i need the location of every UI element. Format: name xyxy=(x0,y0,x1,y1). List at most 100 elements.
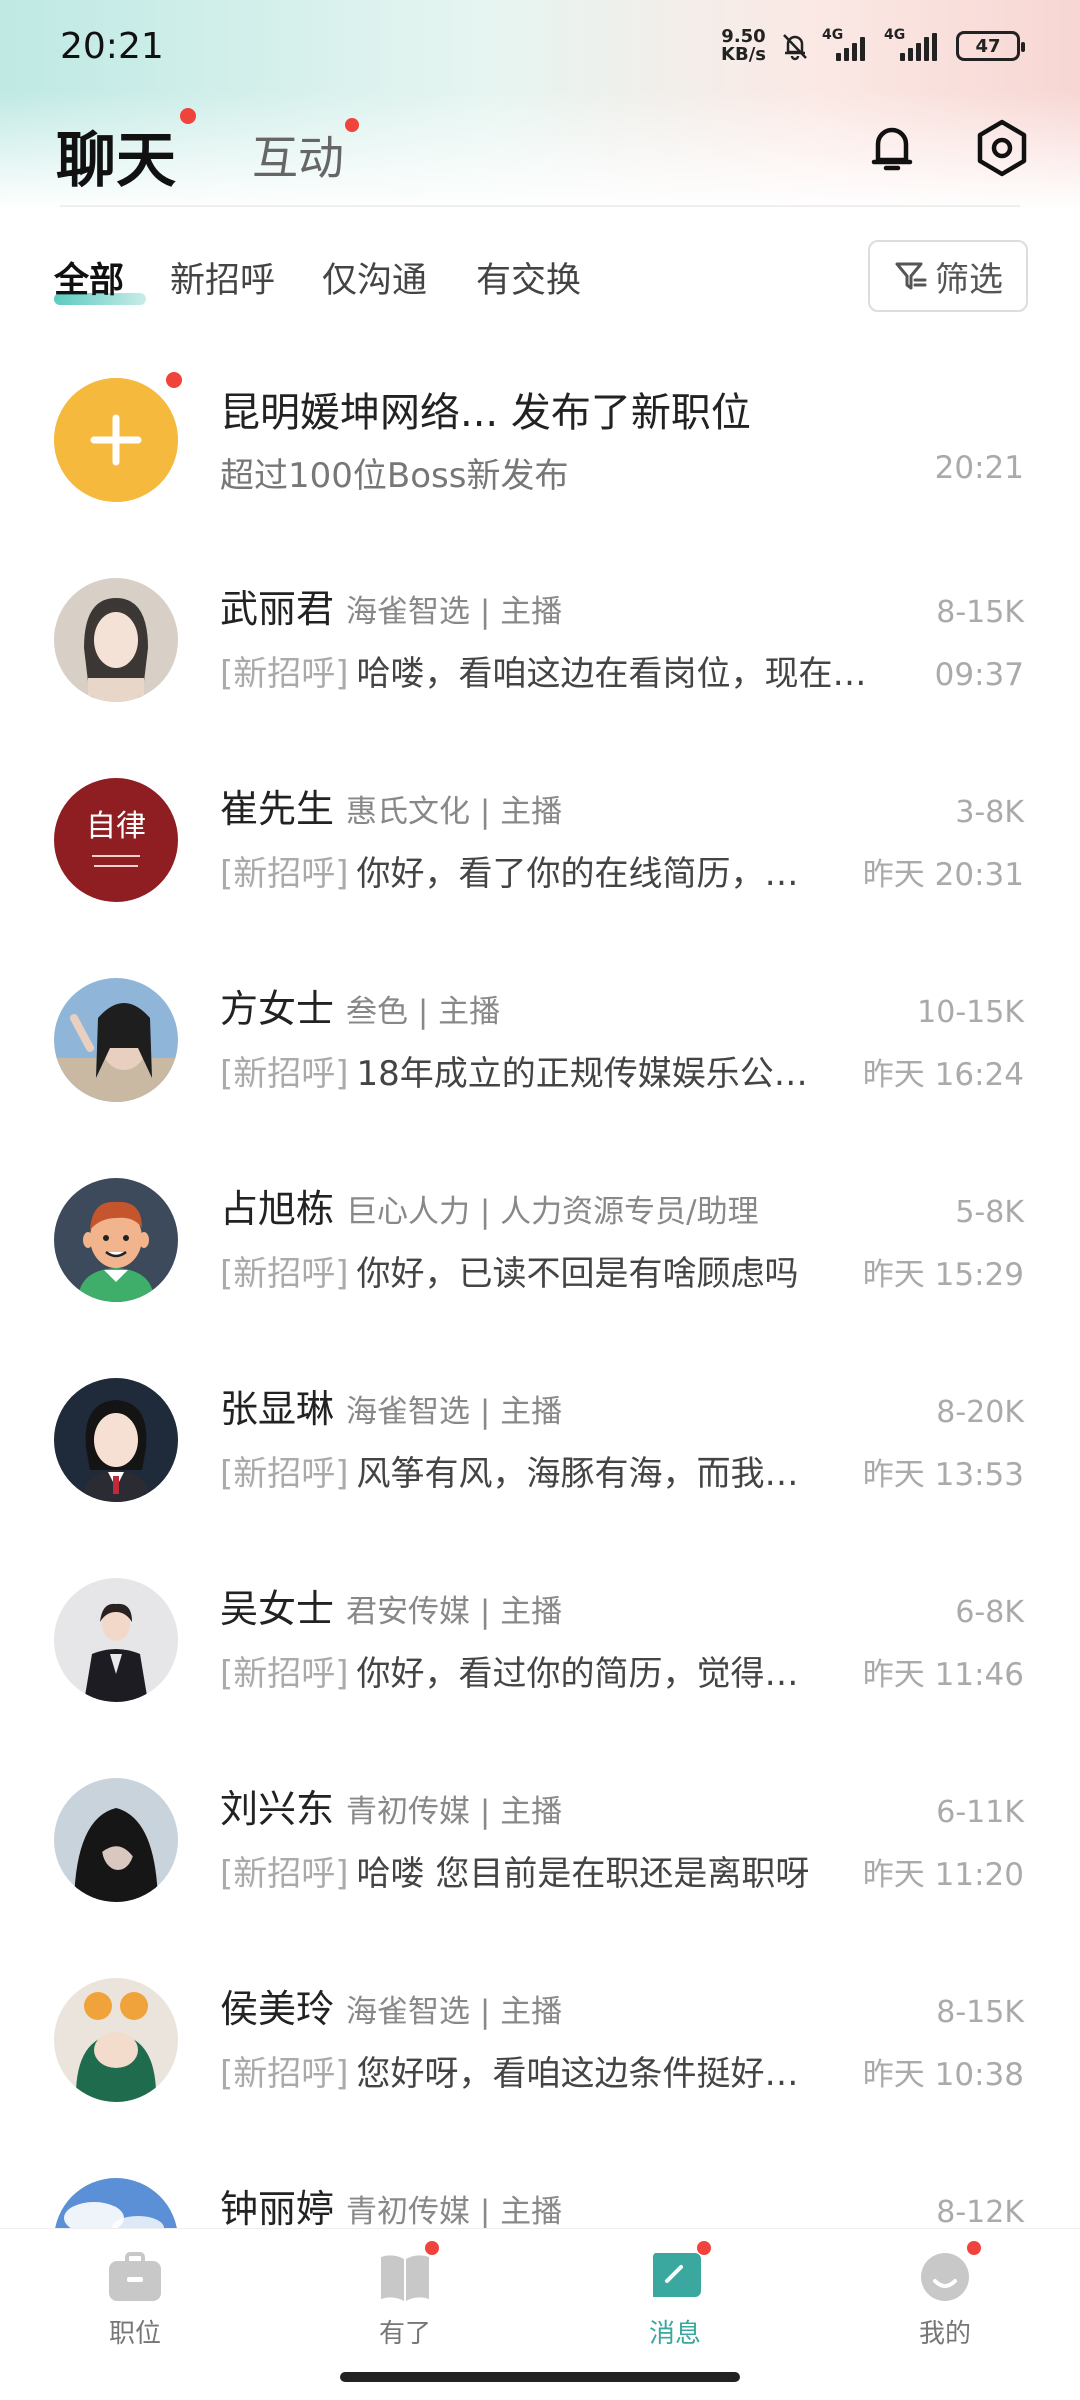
header-divider xyxy=(60,205,1020,207)
filter-tab-only-chat[interactable]: 仅沟通 xyxy=(322,252,427,303)
chat-item[interactable]: 占旭栋 巨心人力 | 人力资源专员/助理 5-8K [新招呼] 你好，已读不回是… xyxy=(0,1160,1080,1360)
list-item-new-job-notice[interactable]: 昆明媛坤网络... 发布了新职位 超过100位Boss新发布 20:21 xyxy=(0,360,1080,560)
new-greeting-tag: [新招呼] xyxy=(220,2054,349,2094)
last-message: 你好，已读不回是有啥顾虑吗 xyxy=(356,1254,799,1294)
new-greeting-tag: [新招呼] xyxy=(220,1454,349,1494)
message-time: 09:37 xyxy=(934,657,1024,693)
contact-company: 青初传媒 | 主播 xyxy=(346,1794,563,1830)
message-time: 昨天 15:29 xyxy=(862,1257,1024,1293)
page-header: 聊天 互动 xyxy=(0,100,1080,210)
chat-item[interactable]: 刘兴东 青初传媒 | 主播 6-11K [新招呼] 哈喽 您目前是在职还是离职呀… xyxy=(0,1760,1080,1960)
notice-time: 20:21 xyxy=(934,450,1024,486)
message-time: 昨天 20:31 xyxy=(862,857,1024,893)
nav-label: 消息 xyxy=(648,2319,701,2349)
salary-range: 6-8K xyxy=(955,1595,1024,1630)
settings-hexagon-icon xyxy=(977,119,1027,177)
nav-messages[interactable]: 消息 xyxy=(595,2241,755,2350)
chat-item[interactable]: 自律 崔先生 惠氏文化 | 主播 3-8K [新招呼] 你好，看了你的在线简历，… xyxy=(0,760,1080,960)
contact-company: 青初传媒 | 主播 xyxy=(346,2194,563,2230)
contact-name: 崔先生 xyxy=(220,787,335,831)
message-time: 昨天 16:24 xyxy=(862,1057,1024,1093)
contact-name: 钟丽婷 xyxy=(220,2187,335,2231)
nav-profile[interactable]: 我的 xyxy=(865,2241,1025,2350)
briefcase-icon xyxy=(107,2251,163,2303)
contact-name: 占旭栋 xyxy=(220,1187,335,1231)
filter-tab-exchanged[interactable]: 有交换 xyxy=(476,252,581,303)
avatar: 自律 xyxy=(54,778,178,902)
avatar-text: 自律 xyxy=(86,809,146,844)
contact-name: 侯美玲 xyxy=(220,1987,335,2031)
contact-name: 张显琳 xyxy=(220,1387,335,1431)
home-indicator[interactable] xyxy=(340,2372,740,2382)
contact-name: 吴女士 xyxy=(220,1587,335,1631)
tab-interaction[interactable]: 互动 xyxy=(252,122,344,188)
status-time: 20:21 xyxy=(60,26,164,67)
message-icon xyxy=(647,2241,711,2303)
chat-item[interactable]: 方女士 叁色 | 主播 10-15K [新招呼] 18年成立的正规传媒娱乐公… … xyxy=(0,960,1080,1160)
nav-jobs[interactable]: 职位 xyxy=(55,2251,215,2350)
chat-item[interactable]: 吴女士 君安传媒 | 主播 6-8K [新招呼] 你好，看过你的简历，觉得… 昨… xyxy=(0,1560,1080,1760)
salary-range: 3-8K xyxy=(955,795,1024,830)
profile-icon xyxy=(917,2241,981,2303)
battery-icon: 47 xyxy=(956,31,1025,61)
avatar xyxy=(54,1378,178,1502)
mute-bell-icon xyxy=(780,31,810,61)
status-bar: 20:21 9.50 KB/s 4G 4G 47 xyxy=(0,0,1080,100)
funnel-icon xyxy=(895,262,927,290)
nav-profile-dot xyxy=(967,2241,981,2255)
nav-label: 职位 xyxy=(108,2319,161,2349)
last-message: 你好，看过你的简历，觉得… xyxy=(356,1654,799,1694)
plus-icon xyxy=(54,378,178,502)
contact-company: 惠氏文化 | 主播 xyxy=(346,794,563,830)
filter-button[interactable]: 筛选 xyxy=(868,240,1028,312)
contact-name: 刘兴东 xyxy=(220,1787,335,1831)
last-message: 你好，看了你的在线简历，… xyxy=(356,854,799,894)
salary-range: 8-20K xyxy=(936,1395,1024,1430)
new-greeting-tag: [新招呼] xyxy=(220,1054,349,1094)
salary-range: 6-11K xyxy=(936,1795,1024,1830)
notice-title: 昆明媛坤网络... 发布了新职位 xyxy=(220,390,751,436)
message-time: 昨天 11:20 xyxy=(862,1857,1024,1893)
network-speed: 9.50 KB/s xyxy=(721,26,766,65)
notification-bell-button[interactable] xyxy=(860,116,924,180)
salary-range: 5-8K xyxy=(955,1195,1024,1230)
last-message: 您好呀，看咱这边条件挺好… xyxy=(356,2054,799,2094)
contact-name: 武丽君 xyxy=(220,587,335,631)
tab-chat[interactable]: 聊天 xyxy=(56,112,176,199)
avatar xyxy=(54,1178,178,1302)
message-time: 昨天 13:53 xyxy=(862,1457,1024,1493)
salary-range: 10-15K xyxy=(917,995,1024,1030)
message-time: 昨天 11:46 xyxy=(862,1657,1024,1693)
contact-company: 海雀智选 | 主播 xyxy=(346,1394,563,1430)
chat-item[interactable]: 武丽君 海雀智选 | 主播 8-15K [新招呼] 哈喽，看咱这边在看岗位，现在… xyxy=(0,560,1080,760)
settings-button[interactable] xyxy=(970,116,1034,180)
avatar xyxy=(54,978,178,1102)
nav-messages-dot xyxy=(697,2241,711,2255)
avatar xyxy=(54,1578,178,1702)
chat-item[interactable]: 侯美玲 海雀智选 | 主播 8-15K [新招呼] 您好呀，看咱这边条件挺好… … xyxy=(0,1960,1080,2160)
signal-4g-icon-2: 4G xyxy=(884,27,942,61)
nav-label: 我的 xyxy=(918,2319,971,2349)
filter-tab-all[interactable]: 全部 xyxy=(54,252,124,303)
nav-discover[interactable]: 有了 xyxy=(325,2241,485,2350)
contact-company: 海雀智选 | 主播 xyxy=(346,1994,563,2030)
new-greeting-tag: [新招呼] xyxy=(220,1254,349,1294)
new-greeting-tag: [新招呼] xyxy=(220,1654,349,1694)
contact-company: 君安传媒 | 主播 xyxy=(346,1594,563,1630)
bell-icon xyxy=(871,127,913,171)
salary-range: 8-12K xyxy=(936,2195,1024,2230)
salary-range: 8-15K xyxy=(936,1995,1024,2030)
new-greeting-tag: [新招呼] xyxy=(220,854,349,894)
book-icon xyxy=(377,2241,439,2303)
new-greeting-tag: [新招呼] xyxy=(220,654,349,694)
contact-name: 方女士 xyxy=(220,987,335,1031)
chat-unread-dot xyxy=(180,108,196,124)
interaction-unread-dot xyxy=(345,118,359,132)
chat-item[interactable]: 张显琳 海雀智选 | 主播 8-20K [新招呼] 风筝有风，海豚有海，而我… … xyxy=(0,1360,1080,1560)
filter-tab-new-greeting[interactable]: 新招呼 xyxy=(170,252,275,303)
signal-4g-icon: 4G xyxy=(822,27,872,61)
status-icons: 9.50 KB/s 4G 4G 47 xyxy=(721,26,1025,65)
avatar xyxy=(54,578,178,702)
contact-company: 巨心人力 | 人力资源专员/助理 xyxy=(346,1194,759,1230)
new-job-avatar xyxy=(54,378,178,502)
